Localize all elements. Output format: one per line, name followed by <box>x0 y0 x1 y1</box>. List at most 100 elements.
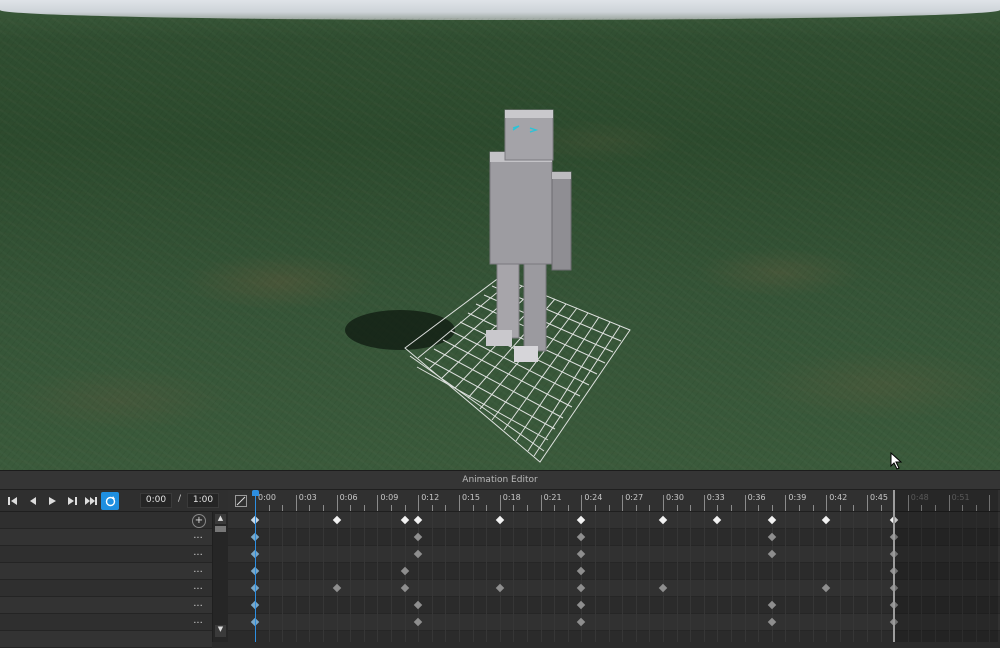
grid-line <box>880 512 882 642</box>
right-leg <box>523 257 547 352</box>
skip-to-end-icon <box>85 496 97 505</box>
major-tick <box>703 495 705 511</box>
keyframe-lane[interactable] <box>228 563 1000 580</box>
minor-tick <box>391 505 392 511</box>
minor-tick <box>595 505 596 511</box>
animation-end-marker[interactable] <box>893 490 896 642</box>
curve-editor-toggle-button[interactable] <box>235 495 247 507</box>
play-button[interactable] <box>44 493 60 508</box>
major-tick <box>540 495 542 511</box>
track-row[interactable]: ... <box>0 563 212 580</box>
character-rig[interactable] <box>0 0 1000 470</box>
grid-line <box>363 512 365 642</box>
grid-line <box>445 512 447 642</box>
minor-tick <box>799 505 800 511</box>
major-tick <box>867 495 868 511</box>
track-scrollbar[interactable]: ▲ ▼ <box>212 512 228 642</box>
grid-line <box>812 512 814 642</box>
grid-line <box>540 512 542 642</box>
skip-to-start-button[interactable] <box>4 493 20 508</box>
timeline[interactable]: 0:00 0:03 0:06 0:09 0:12 0:15 0:18 0:21 0:24 0:27… <box>228 490 1000 642</box>
track-row[interactable]: ... <box>0 546 212 563</box>
keyframe-lane[interactable] <box>228 529 1000 546</box>
torso <box>489 151 553 265</box>
scroll-down-arrow-icon[interactable]: ▼ <box>215 625 226 637</box>
grid-line <box>350 512 352 642</box>
track-options-button[interactable]: ... <box>190 529 206 545</box>
right-arm <box>551 171 572 271</box>
tick-label: 0:12 <box>421 493 440 502</box>
track-options-button[interactable]: ... <box>190 563 206 579</box>
grid-line <box>323 512 324 642</box>
tick-label: 0:24 <box>584 493 603 502</box>
minor-tick <box>431 505 433 511</box>
skip-to-end-button[interactable] <box>83 493 99 508</box>
current-time-field[interactable]: 0:00 <box>140 493 172 508</box>
minor-tick <box>445 505 447 511</box>
grid-line <box>703 512 705 642</box>
step-back-button[interactable] <box>24 493 40 508</box>
grid-line <box>527 512 528 642</box>
grid-line <box>717 512 719 642</box>
grid-line <box>486 512 488 642</box>
loop-button[interactable] <box>101 492 119 510</box>
skip-to-start-icon <box>7 496 17 505</box>
grid-line <box>431 512 433 642</box>
keyframe-lane[interactable] <box>228 546 1000 563</box>
track-options-button[interactable]: ... <box>190 614 206 630</box>
track-row[interactable]: ... <box>0 580 212 597</box>
track-list: + ... ... ... ... ... ... <box>0 512 212 648</box>
step-forward-button[interactable] <box>64 493 80 508</box>
track-row[interactable]: + <box>0 512 212 529</box>
grid-line <box>785 512 787 642</box>
minor-tick <box>363 505 365 511</box>
keyframe-lane[interactable] <box>228 580 1000 597</box>
keyframe-lane[interactable] <box>228 631 1000 642</box>
minor-tick <box>323 505 324 511</box>
grid-line <box>731 512 732 642</box>
tick-label: 0:09 <box>380 493 399 502</box>
minor-tick <box>771 505 773 511</box>
playhead-handle[interactable] <box>252 490 259 496</box>
minor-tick <box>472 505 474 511</box>
track-row[interactable] <box>0 631 212 648</box>
grid-line <box>377 512 379 642</box>
keyframe-lane[interactable] <box>228 597 1000 614</box>
grid-line <box>676 512 678 642</box>
grid-line <box>336 512 338 642</box>
playhead[interactable] <box>255 490 256 642</box>
keyframe-area[interactable] <box>228 512 1000 642</box>
grid-line <box>554 512 556 642</box>
minor-tick <box>268 505 270 511</box>
minor-tick <box>853 505 855 511</box>
timeline-ruler[interactable]: 0:00 0:03 0:06 0:09 0:12 0:15 0:18 0:21 0:24 0:27… <box>228 490 1000 512</box>
tick-label: 0:21 <box>543 493 562 502</box>
grid-line <box>513 512 515 642</box>
character-shadow <box>345 310 455 350</box>
track-row[interactable]: ... <box>0 529 212 546</box>
grid-line <box>499 512 501 642</box>
track-options-button[interactable]: ... <box>190 546 206 562</box>
keyframe-lane[interactable] <box>228 614 1000 631</box>
editor-title: Animation Editor <box>462 475 538 485</box>
keyframe-lane[interactable] <box>228 512 1000 529</box>
track-row[interactable]: ... <box>0 597 212 614</box>
tick-label: 0:15 <box>462 493 480 502</box>
minor-tick <box>608 505 610 511</box>
track-options-button[interactable]: ... <box>190 597 206 613</box>
track-row[interactable]: ... <box>0 614 212 631</box>
3d-viewport[interactable] <box>0 0 1000 470</box>
grid-line <box>404 512 406 642</box>
curve-icon <box>236 496 246 506</box>
add-track-button[interactable]: + <box>192 514 206 528</box>
minor-tick <box>717 505 719 511</box>
animation-length-field[interactable]: 1:00 <box>187 493 219 508</box>
minor-tick <box>880 505 882 511</box>
grid-line <box>595 512 596 642</box>
tick-label: 0:03 <box>298 493 317 502</box>
scroll-thumb[interactable] <box>215 526 226 532</box>
scroll-up-arrow-icon[interactable]: ▲ <box>215 514 226 524</box>
track-options-button[interactable]: ... <box>190 580 206 596</box>
grid-line <box>282 512 284 642</box>
grid-line <box>567 512 569 642</box>
